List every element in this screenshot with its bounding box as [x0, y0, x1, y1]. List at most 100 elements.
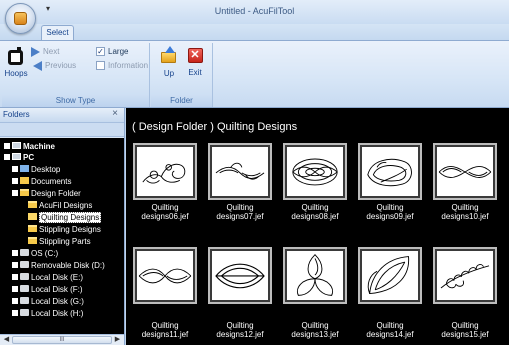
information-label: Information: [108, 61, 149, 70]
expand-icon[interactable]: [12, 261, 18, 268]
tree-label: Removable Disk (D:): [31, 261, 105, 270]
folders-toolbar: [0, 123, 124, 137]
expand-icon[interactable]: [12, 297, 18, 304]
tree-label: Documents: [31, 177, 72, 186]
expand-icon[interactable]: [12, 273, 18, 280]
application-menu-button[interactable]: [5, 3, 36, 34]
desktop-icon: [20, 165, 29, 173]
expand-icon[interactable]: [12, 165, 18, 172]
tree-node-machine[interactable]: Machine: [4, 142, 55, 152]
checkbox-checked-icon: ✓: [96, 47, 105, 57]
design-caption: Quilting designs07.jef: [202, 203, 278, 221]
collapse-icon[interactable]: [4, 153, 10, 160]
tree-label-selected: Quilting Designs: [39, 212, 102, 223]
caption-filename: designs13.jef: [291, 330, 339, 339]
caption-line1: Quilting: [226, 321, 254, 330]
tree-node-desktop[interactable]: Desktop: [12, 165, 60, 175]
caption-line1: Quilting: [151, 321, 179, 330]
design-thumbnail[interactable]: [133, 143, 197, 200]
tree-label: Local Disk (H:): [31, 309, 84, 318]
quilting-pattern-icon: [215, 263, 265, 289]
caption-line1: Quilting: [376, 203, 404, 212]
exit-button[interactable]: ✕ Exit: [185, 47, 205, 77]
scroll-right-icon[interactable]: ▶: [113, 336, 122, 344]
tree-node-os-c[interactable]: OS (C:): [12, 249, 58, 259]
tree-node-acufil-designs[interactable]: AcuFil Designs: [28, 201, 92, 211]
up-label: Up: [163, 69, 175, 78]
large-label: Large: [108, 47, 129, 56]
large-checkbox[interactable]: ✓ Large: [96, 46, 128, 58]
tree-node-local-f[interactable]: Local Disk (F:): [12, 285, 83, 295]
tree-label: Local Disk (F:): [31, 285, 83, 294]
quilting-pattern-icon: [142, 163, 186, 184]
design-thumbnail[interactable]: [358, 247, 422, 304]
design-thumbnail[interactable]: [433, 143, 497, 200]
next-button[interactable]: Next: [31, 46, 59, 58]
tree-node-quilting-designs[interactable]: Quilting Designs: [28, 212, 102, 223]
scroll-left-icon[interactable]: ◀: [2, 336, 11, 344]
disk-icon: [20, 261, 29, 269]
design-thumbnail[interactable]: [133, 247, 197, 304]
close-icon[interactable]: ×: [112, 108, 118, 119]
tree-node-stippling-designs[interactable]: Stippling Designs: [28, 225, 101, 235]
disk-icon: [20, 273, 29, 281]
caption-filename: designs06.jef: [141, 212, 189, 221]
caption-line1: Quilting: [226, 203, 254, 212]
checkbox-empty-icon: [96, 61, 105, 71]
expand-icon[interactable]: [12, 177, 18, 184]
design-thumbnail[interactable]: [283, 143, 347, 200]
design-thumbnail[interactable]: [358, 143, 422, 200]
design-caption: Quilting designs06.jef: [127, 203, 203, 221]
tree-node-pc[interactable]: PC: [4, 153, 34, 163]
tree-node-local-g[interactable]: Local Disk (G:): [12, 297, 84, 307]
design-caption: Quilting designs10.jef: [427, 203, 503, 221]
design-thumbnail[interactable]: [208, 143, 272, 200]
tree-label: PC: [23, 153, 35, 162]
folder-up-icon: [160, 46, 178, 65]
disk-icon: [20, 249, 29, 257]
tree-node-local-e[interactable]: Local Disk (E:): [12, 273, 83, 283]
design-caption: Quilting designs09.jef: [352, 203, 428, 221]
hoop-icon: [7, 47, 25, 67]
disk-icon: [20, 285, 29, 293]
tree-node-design-folder[interactable]: Design Folder: [12, 189, 81, 199]
caption-filename: designs12.jef: [216, 330, 264, 339]
tree-node-removable-d[interactable]: Removable Disk (D:): [12, 261, 105, 271]
folder-icon: [28, 225, 37, 233]
quilting-pattern-icon: [292, 158, 338, 186]
tree-node-stippling-parts[interactable]: Stippling Parts: [28, 237, 91, 247]
information-checkbox[interactable]: Information: [96, 60, 148, 72]
expand-icon[interactable]: [12, 285, 18, 292]
folders-header: Folders ×: [0, 108, 124, 123]
collapse-icon[interactable]: [12, 189, 18, 196]
design-caption: Quilting designs14.jef: [352, 321, 428, 339]
design-caption: Quilting designs12.jef: [202, 321, 278, 339]
caption-filename: designs08.jef: [291, 212, 339, 221]
folder-icon: [28, 201, 37, 209]
design-thumbnail[interactable]: [433, 247, 497, 304]
tab-select[interactable]: Select: [41, 25, 74, 40]
design-thumbnail[interactable]: [208, 247, 272, 304]
caption-line1: Quilting: [301, 321, 329, 330]
horizontal-scrollbar[interactable]: ◀ III ▶: [0, 334, 124, 345]
previous-button[interactable]: Previous: [31, 60, 76, 72]
tree-label: Local Disk (G:): [31, 297, 84, 306]
caption-filename: designs11.jef: [141, 330, 189, 339]
show-type-group-label: Show Type: [2, 94, 149, 107]
exit-label: Exit: [188, 68, 202, 77]
tree-node-documents[interactable]: Documents: [12, 177, 71, 187]
caption-filename: designs07.jef: [216, 212, 264, 221]
tree-node-local-h[interactable]: Local Disk (H:): [12, 309, 83, 319]
tree-label: AcuFil Designs: [39, 201, 93, 210]
up-button[interactable]: Up: [159, 46, 179, 78]
hoops-button[interactable]: Hoops: [4, 47, 28, 78]
tree-label: OS (C:): [31, 249, 59, 258]
design-thumbnail[interactable]: [283, 247, 347, 304]
next-label: Next: [43, 47, 60, 56]
expand-icon[interactable]: [12, 309, 18, 316]
caption-line1: Quilting: [151, 203, 179, 212]
expand-icon[interactable]: [4, 142, 10, 149]
scroll-thumb[interactable]: III: [12, 336, 112, 344]
expand-icon[interactable]: [12, 249, 18, 256]
ribbon-tabs: Select: [0, 24, 509, 40]
